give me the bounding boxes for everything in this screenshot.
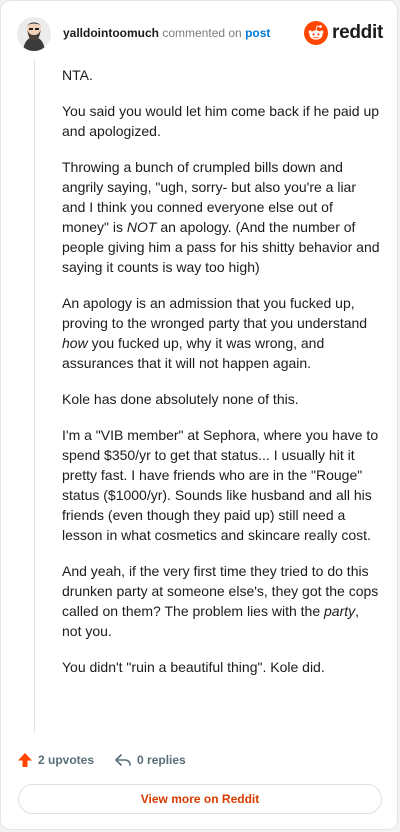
view-more-label: View more on Reddit	[140, 792, 260, 806]
comment-body: NTA. You said you would let him come bac…	[62, 65, 382, 693]
upvote-button[interactable]: 2 upvotes	[17, 752, 94, 768]
avatar-image	[17, 17, 51, 51]
paragraph-7-emphasis: party	[324, 603, 356, 619]
upvote-arrow-icon	[18, 753, 32, 767]
avatar[interactable]	[17, 17, 51, 51]
reply-arrow-icon	[115, 754, 131, 766]
reddit-logo[interactable]: reddit	[304, 21, 383, 45]
paragraph-3-emphasis: NOT	[126, 219, 157, 235]
comment-header: yalldointoomuch commented on post reddit	[17, 15, 383, 55]
username[interactable]: yalldointoomuch	[63, 26, 159, 40]
paragraph-4: An apology is an admission that you fuck…	[62, 293, 382, 373]
comment-embed-card: yalldointoomuch commented on post reddit…	[0, 0, 398, 830]
paragraph-7: And yeah, if the very first time they tr…	[62, 561, 382, 641]
paragraph-8: You didn't "ruin a beautiful thing". Kol…	[62, 659, 325, 675]
post-link[interactable]: post	[245, 26, 270, 40]
upvote-count: 2 upvotes	[38, 753, 95, 767]
paragraph-3: Throwing a bunch of crumpled bills down …	[62, 157, 382, 277]
paragraph-4-emphasis: how	[62, 335, 88, 351]
paragraph-4-text-a: An apology is an admission that you fuck…	[62, 295, 368, 331]
reply-count: 0 replies	[137, 753, 186, 767]
paragraph-4-text-b: you fucked up, why it was wrong, and ass…	[62, 335, 325, 371]
commented-on-text: commented on	[162, 26, 242, 40]
thread-line	[34, 59, 35, 733]
paragraph-5: Kole has done absolutely none of this.	[62, 391, 299, 407]
replies-button[interactable]: 0 replies	[114, 752, 186, 768]
paragraph-6: I'm a "VIB member" at Sephora, where you…	[62, 427, 379, 543]
paragraph-1: NTA.	[62, 67, 93, 83]
comment-footer: 2 upvotes 0 replies	[17, 749, 206, 771]
view-more-on-reddit-button[interactable]: View more on Reddit	[18, 784, 382, 814]
reddit-wordmark: reddit	[332, 22, 383, 43]
header-text: yalldointoomuch commented on post	[63, 26, 270, 40]
reddit-logo-icon	[304, 21, 329, 45]
paragraph-2: You said you would let him come back if …	[62, 103, 380, 139]
